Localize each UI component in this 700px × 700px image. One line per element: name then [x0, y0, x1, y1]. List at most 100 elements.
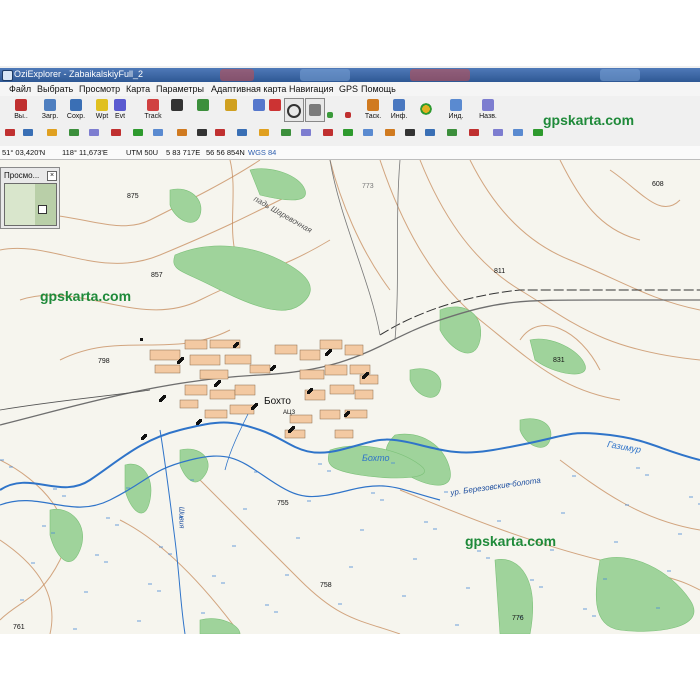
indicator-button[interactable]: Инд.: [446, 99, 466, 120]
tool-icon: [259, 129, 269, 136]
toolbar-small-button[interactable]: [492, 129, 504, 142]
map-canvas[interactable]: Бохто АЦЗ Бохто Газимур ур. Березовские …: [0, 160, 700, 634]
toolbar-small-button[interactable]: [214, 129, 226, 142]
toolbar-small-button[interactable]: [468, 129, 480, 142]
forest-area: [595, 557, 695, 632]
save-button[interactable]: Сохр.: [64, 99, 88, 120]
house-marker: [255, 403, 258, 406]
toolbar-small-button[interactable]: [110, 129, 122, 142]
house-marker: [181, 357, 184, 360]
toolbar-small-button[interactable]: [322, 129, 334, 142]
info-button[interactable]: Инф.: [388, 99, 410, 120]
tool-button[interactable]: [268, 99, 282, 111]
power-line: [379, 289, 700, 336]
watermark: gpskarta.com: [465, 533, 557, 549]
waypoint-button[interactable]: Wpt: [94, 99, 110, 120]
event-button[interactable]: Evt: [112, 99, 128, 120]
village-buildings: [140, 338, 379, 440]
names-button[interactable]: Назв.: [476, 99, 500, 120]
tool-icon: [343, 129, 353, 136]
load-button[interactable]: Загр.: [38, 99, 62, 120]
tool-icon: [197, 99, 209, 111]
zoom-in-button[interactable]: [326, 112, 334, 118]
close-icon[interactable]: ×: [47, 171, 57, 181]
route-button[interactable]: [170, 99, 184, 111]
tasks-button[interactable]: Таск.: [362, 99, 384, 120]
toolbar-small-button[interactable]: [132, 129, 144, 142]
menu-select[interactable]: Выбрать: [37, 84, 73, 94]
menu-file[interactable]: Файл: [9, 84, 31, 94]
exit-button[interactable]: Вы..: [10, 99, 32, 120]
track-button[interactable]: Track: [142, 99, 164, 120]
menu-map[interactable]: Карта: [126, 84, 150, 94]
event-icon: [114, 99, 126, 111]
tool-icon: [225, 99, 237, 111]
house-marker: [218, 380, 221, 383]
toolbar-small-button[interactable]: [152, 129, 164, 142]
load-icon: [44, 99, 56, 111]
tool-icon: [513, 129, 523, 136]
toolbar-small-button[interactable]: [258, 129, 270, 142]
elevation-label: 831: [553, 357, 565, 364]
toolbar-small-button[interactable]: [46, 129, 58, 142]
tool-button[interactable]: [224, 99, 238, 111]
menu-help[interactable]: Помощь: [361, 84, 396, 94]
save-icon: [70, 99, 82, 111]
toolbar-small-button[interactable]: [384, 129, 396, 142]
building-block: [299, 349, 321, 361]
tool-button[interactable]: [252, 99, 266, 111]
menu-adaptive-map[interactable]: Адаптивная карта: [211, 84, 286, 94]
forest-area: [179, 448, 209, 483]
toolbar-small-button[interactable]: [532, 129, 544, 142]
toolbar-small-button[interactable]: [280, 129, 292, 142]
tool-icon: [281, 129, 291, 136]
zoom-tool-button[interactable]: [284, 98, 304, 122]
menu-gps[interactable]: GPS: [339, 84, 358, 94]
building-block: [179, 399, 199, 409]
tool-icon: [533, 129, 543, 136]
tool-icon: [405, 129, 415, 136]
menu-params[interactable]: Параметры: [156, 84, 204, 94]
toolbar-small-button[interactable]: [22, 129, 34, 142]
tool-icon: [133, 129, 143, 136]
preview-title: Просмо...: [4, 171, 40, 180]
toolbar-small-button[interactable]: [342, 129, 354, 142]
elevation-label: 758: [320, 582, 332, 589]
indicator-icon: [450, 99, 462, 111]
toolbar-small-button[interactable]: [362, 129, 374, 142]
taskbar-decoration: [600, 69, 640, 81]
toolbar-small-button[interactable]: [512, 129, 524, 142]
building-block: [249, 364, 271, 374]
tool-icon: [197, 129, 207, 136]
building-block: [344, 344, 364, 356]
toolbar-small-button[interactable]: [404, 129, 416, 142]
move-map-button[interactable]: [305, 98, 325, 122]
track-icon: [147, 99, 159, 111]
forest-area: [124, 463, 152, 514]
toolbar-small-button[interactable]: [236, 129, 248, 142]
toolbar-small-button[interactable]: [68, 129, 80, 142]
toolbar-small-button[interactable]: [446, 129, 458, 142]
route-icon: [171, 99, 183, 111]
toolbar-small-button[interactable]: [176, 129, 188, 142]
building-block: [199, 369, 229, 380]
navigation-arrows[interactable]: [414, 98, 438, 122]
toolbar-small-button[interactable]: [424, 129, 436, 142]
toolbar-small-button[interactable]: [88, 129, 100, 142]
tool-button[interactable]: [196, 99, 210, 111]
toolbar-small-button[interactable]: [196, 129, 208, 142]
building-block: [184, 339, 208, 350]
contour-line: [0, 539, 53, 634]
toolbar-small-button[interactable]: [300, 129, 312, 142]
zoom-out-button[interactable]: [344, 112, 352, 118]
preview-map[interactable]: [4, 183, 57, 226]
forest-area: [199, 618, 241, 634]
house-marker: [273, 365, 276, 368]
building-block: [324, 364, 348, 376]
toolbar-small-button[interactable]: [4, 129, 16, 142]
building-block: [229, 404, 255, 415]
menu-view[interactable]: Просмотр: [79, 84, 120, 94]
exit-label: Вы..: [14, 113, 28, 120]
menu-navigation[interactable]: Навигация: [289, 84, 333, 94]
building-block: [234, 384, 256, 396]
